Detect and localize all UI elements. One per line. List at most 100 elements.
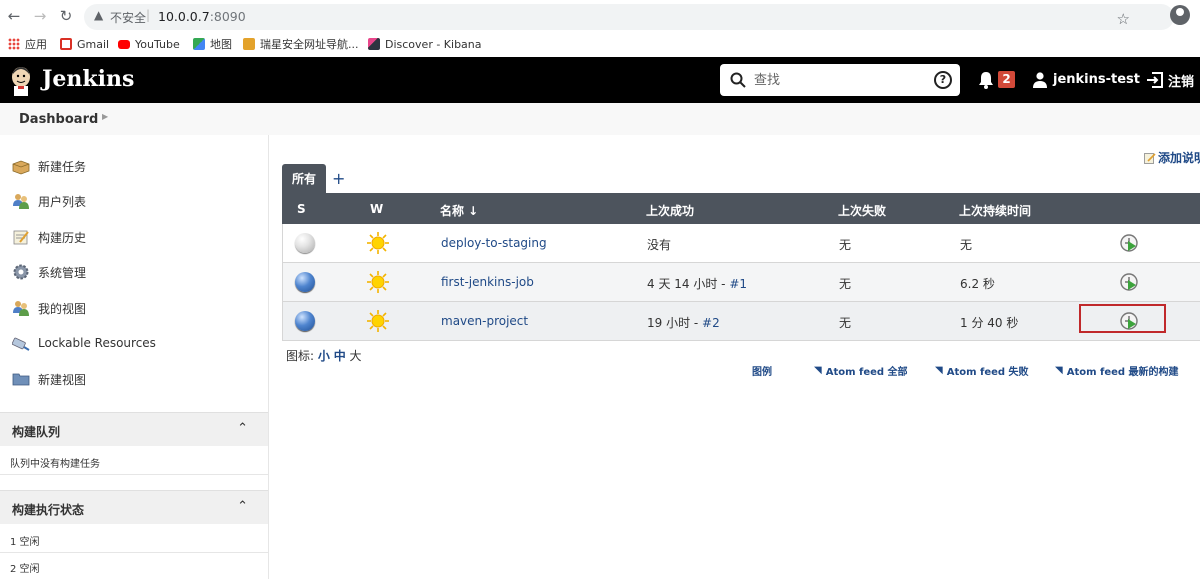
bookmark-apps[interactable]: 应用 (8, 36, 47, 52)
user-link[interactable]: jenkins-test (1053, 72, 1140, 87)
schedule-build-icon[interactable] (1119, 233, 1139, 253)
feed-label: Atom feed 失败 (946, 367, 1029, 378)
table-header: S W 名称 ↓ 上次成功 上次失败 上次持续时间 (282, 193, 1200, 224)
bookmark-label: Gmail (77, 37, 110, 51)
kibana-icon (368, 38, 380, 50)
sidebar-item-users[interactable]: 用户列表 (12, 191, 86, 211)
warning-icon: ▲ (94, 8, 104, 22)
last-success: 19 小时 - #2 (647, 316, 720, 330)
chevron-up-icon[interactable]: ⌃ (237, 421, 248, 436)
sidebar-item-manage[interactable]: 系统管理 (12, 262, 86, 282)
last-duration: 1 分 40 秒 (960, 316, 1019, 330)
breadcrumb-dashboard[interactable]: Dashboard (19, 112, 98, 127)
sidebar-item-label: 系统管理 (38, 265, 87, 280)
sidebar-item-label: 新建任务 (38, 159, 87, 174)
bookmarks-bar: 应用 Gmail YouTube 地图 瑞星安全网址导航... Discover… (0, 32, 1200, 56)
column-last-duration[interactable]: 上次持续时间 (959, 202, 1031, 219)
jenkins-logo-text[interactable]: Jenkins (42, 66, 134, 92)
feed-label: Atom feed 最新的构建 (1066, 367, 1179, 378)
executor-2[interactable]: 2 空闲 (10, 560, 40, 575)
notification-badge[interactable]: 2 (998, 71, 1015, 88)
forward-arrow-icon[interactable]: → (30, 6, 50, 26)
rss-icon: ◥ (1055, 365, 1063, 376)
sidebar-item-label: Lockable Resources (38, 336, 156, 350)
sidebar-item-label: 用户列表 (38, 194, 87, 209)
status-ball-icon (295, 311, 315, 331)
reload-icon[interactable]: ↻ (56, 6, 76, 26)
sidebar-item-lockable-resources[interactable]: Lockable Resources (12, 333, 156, 353)
build-queue-header[interactable]: 构建队列 ⌃ (0, 412, 268, 446)
table-row: maven-project 19 小时 - #2 无 1 分 40 秒 (282, 302, 1200, 341)
user-icon (1033, 72, 1047, 88)
atom-feed-failed-link[interactable]: ◥ Atom feed 失败 (935, 363, 1029, 378)
jenkins-butler-icon[interactable] (10, 66, 32, 96)
logout-link[interactable]: 注销 (1168, 71, 1194, 90)
search-input[interactable] (754, 70, 924, 90)
browser-toolbar: ← → ↻ ▲ 不安全 | 10.0.0.7:8090 ☆ (0, 0, 1200, 32)
bookmark-label: YouTube (135, 37, 180, 51)
bookmark-star-icon[interactable]: ☆ (1117, 10, 1130, 28)
tab-all[interactable]: 所有 (282, 164, 326, 193)
insecure-label: 不安全 (110, 11, 147, 25)
column-last-failure[interactable]: 上次失败 (838, 202, 886, 219)
sidebar: 新建任务 用户列表 构建历史 系统管理 我的视图 Lockable Resour… (0, 135, 268, 579)
add-view-tab[interactable]: + (332, 169, 345, 188)
gear-icon (13, 264, 29, 280)
bell-icon[interactable] (978, 71, 994, 89)
job-link[interactable]: first-jenkins-job (441, 275, 534, 289)
add-description-link[interactable]: 添加说明 (1144, 149, 1200, 166)
sidebar-item-build-history[interactable]: 构建历史 (12, 227, 86, 247)
bookmark-youtube[interactable]: YouTube (118, 36, 180, 52)
url-separator: | (146, 8, 151, 22)
sidebar-item-my-views[interactable]: 我的视图 (12, 298, 86, 318)
bookmark-rising[interactable]: 瑞星安全网址导航... (243, 36, 359, 52)
sidebar-item-label: 新建视图 (38, 372, 87, 387)
bookmark-label: Discover - Kibana (385, 37, 482, 51)
executors-header[interactable]: 构建执行状态 ⌃ (0, 490, 268, 524)
sunny-weather-icon (367, 271, 389, 293)
icon-size-label: 图标: (286, 349, 318, 363)
gmail-icon (60, 38, 72, 50)
column-weather[interactable]: W (370, 202, 383, 216)
atom-feed-all-link[interactable]: ◥ Atom feed 全部 (814, 363, 908, 378)
build-number-link[interactable]: #1 (729, 277, 747, 291)
legend-label: 图例 (752, 367, 772, 378)
chevron-right-icon[interactable]: ▶ (102, 112, 108, 121)
legend-link[interactable]: 图例 (752, 363, 772, 378)
job-link[interactable]: deploy-to-staging (441, 236, 547, 250)
sidebar-item-new-job[interactable]: 新建任务 (12, 156, 86, 176)
maps-pin-icon (193, 38, 205, 50)
profile-avatar-icon[interactable] (1170, 5, 1190, 25)
sidebar-item-new-view[interactable]: 新建视图 (12, 369, 86, 389)
executor-1[interactable]: 1 空闲 (10, 533, 40, 548)
column-name[interactable]: 名称 ↓ (440, 202, 478, 219)
column-status[interactable]: S (297, 202, 306, 216)
job-link[interactable]: maven-project (441, 314, 528, 328)
schedule-build-icon[interactable] (1119, 272, 1139, 292)
bookmark-maps[interactable]: 地图 (193, 36, 232, 52)
logout-icon[interactable] (1146, 71, 1164, 89)
atom-feed-latest-link[interactable]: ◥ Atom feed 最新的构建 (1055, 363, 1179, 378)
address-bar[interactable]: ▲ 不安全 | 10.0.0.7:8090 ☆ (84, 4, 1174, 30)
build-queue-title: 构建队列 (12, 425, 61, 439)
back-arrow-icon[interactable]: ← (4, 6, 24, 26)
rising-lion-icon (243, 38, 255, 50)
bookmark-label: 应用 (25, 38, 47, 51)
table-row: deploy-to-staging 没有 无 无 (282, 224, 1200, 263)
chevron-up-icon[interactable]: ⌃ (237, 499, 248, 514)
bookmark-kibana[interactable]: Discover - Kibana (368, 36, 482, 52)
build-queue-empty: 队列中没有构建任务 (10, 459, 100, 470)
bookmark-gmail[interactable]: Gmail (60, 36, 109, 52)
package-icon (12, 160, 30, 175)
icon-size-small[interactable]: 小 (318, 349, 330, 363)
sidebar-item-label: 我的视图 (38, 301, 87, 316)
build-number-link[interactable]: #2 (702, 316, 720, 330)
divider (0, 552, 268, 553)
divider (0, 474, 268, 475)
folder-icon (12, 373, 30, 386)
column-last-success[interactable]: 上次成功 (646, 202, 694, 219)
icon-size-medium[interactable]: 中 (334, 349, 346, 363)
help-icon[interactable]: ? (934, 71, 952, 89)
edit-note-icon (1144, 152, 1156, 164)
search-box: ? (720, 64, 960, 96)
